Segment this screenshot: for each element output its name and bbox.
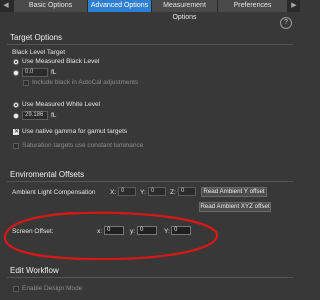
screen-offset-label: Screen Offset:	[12, 228, 54, 235]
tab-measurement-options[interactable]: Measurement Options	[152, 0, 218, 21]
help-icon[interactable]: ?	[280, 17, 292, 29]
annotation-ellipse	[3, 211, 219, 261]
black-level-manual-radio[interactable]	[13, 70, 19, 76]
include-black-label: Include black in AutoCal adjustments	[32, 79, 139, 86]
screen-x-input[interactable]: 0	[104, 226, 124, 235]
ambient-x-label: X:	[110, 189, 117, 196]
section-divider	[7, 277, 293, 278]
use-measured-black-radio[interactable]	[13, 59, 19, 65]
saturation-label: Saturation targets use constant luminanc…	[22, 142, 144, 149]
use-measured-white-radio[interactable]	[13, 102, 19, 108]
edit-workflow-title: Edit Workflow	[10, 266, 59, 275]
black-level-unit: fL	[51, 69, 57, 76]
environmental-offsets-title: Enviromental Offsets	[10, 170, 85, 179]
native-gamma-label: Use native gamma for gamut targets	[22, 128, 128, 135]
use-measured-black-label: Use Measured Black Level	[22, 58, 100, 65]
ambient-z-input[interactable]: 0	[178, 187, 196, 196]
section-divider	[7, 44, 293, 45]
white-level-unit: fL	[51, 112, 57, 119]
tab-bar: ◀ Basic Options Advanced Options Measure…	[0, 0, 300, 21]
chevron-right-icon[interactable]: ▶	[288, 0, 300, 12]
ambient-x-input[interactable]: 0	[118, 187, 136, 196]
ambient-light-label: Ambient Light Compensation	[12, 189, 96, 196]
include-black-checkbox[interactable]	[23, 80, 29, 86]
ambient-y-label: Y:	[140, 189, 146, 196]
use-measured-white-label: Use Measured White Level	[22, 101, 101, 108]
ambient-z-label: Z:	[170, 189, 176, 196]
screen-luminance-label: Y:	[164, 228, 170, 235]
read-ambient-xyz-button[interactable]: Read Ambient XYZ offset	[199, 202, 271, 212]
screen-luminance-input[interactable]: 0	[171, 226, 191, 235]
native-gamma-checkbox[interactable]	[13, 128, 19, 135]
white-level-input[interactable]: 29.186	[22, 111, 48, 120]
read-ambient-y-button[interactable]: Read Ambient Y offset	[201, 187, 267, 197]
section-divider	[7, 181, 293, 182]
chevron-left-icon[interactable]: ◀	[0, 0, 12, 12]
target-options-title: Target Options	[10, 33, 63, 42]
screen-y-label: y:	[130, 228, 136, 235]
black-level-input[interactable]: 0.0	[22, 68, 48, 77]
tab-advanced-options[interactable]: Advanced Options	[88, 0, 152, 12]
tab-preferences[interactable]: Preferences	[218, 0, 288, 12]
black-level-heading: Black Level Target	[12, 49, 65, 56]
screen-y-input[interactable]: 0	[137, 226, 157, 235]
tab-basic-options[interactable]: Basic Options	[14, 0, 88, 12]
ambient-y-input[interactable]: 0	[148, 187, 166, 196]
white-level-manual-radio[interactable]	[13, 113, 19, 119]
design-mode-checkbox[interactable]	[13, 286, 19, 292]
saturation-checkbox[interactable]	[13, 143, 19, 149]
screen-x-label: x:	[97, 228, 103, 235]
design-mode-label: Enable Design Mode	[22, 285, 83, 292]
